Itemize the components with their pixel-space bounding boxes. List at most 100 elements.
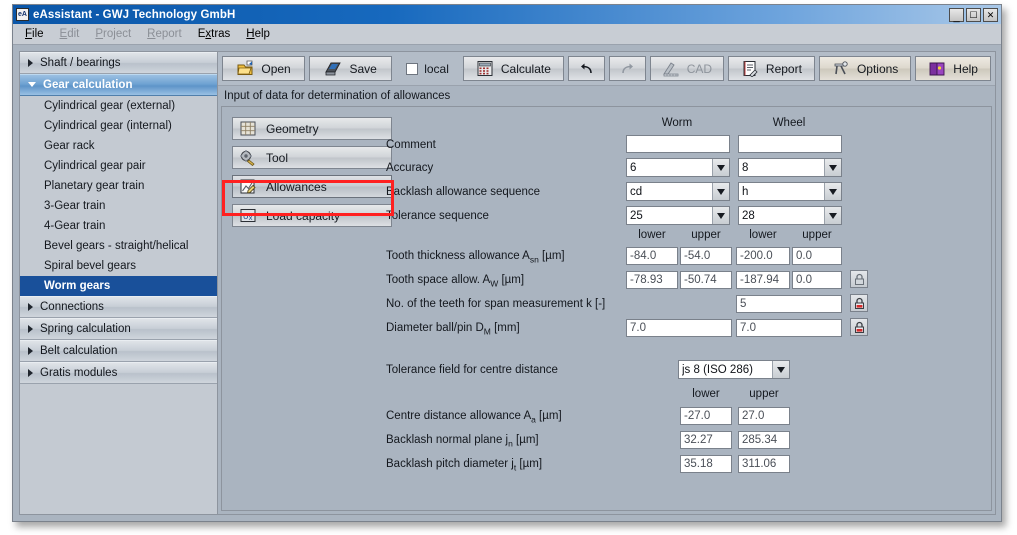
- chevron-down-icon: [824, 183, 841, 200]
- tooth-space-worm-lower[interactable]: -78.93: [626, 271, 678, 289]
- sidebar-item-gear-rack[interactable]: Gear rack: [20, 136, 217, 156]
- comment-worm-input[interactable]: [626, 135, 730, 153]
- backlash-normal-upper[interactable]: 285.34: [738, 431, 790, 449]
- calculate-button[interactable]: Calculate: [463, 56, 564, 81]
- label-unit: [µm]: [516, 458, 542, 470]
- tooth-thickness-wheel-lower[interactable]: -200.0: [736, 247, 790, 265]
- chart-pencil-icon: [239, 178, 257, 195]
- sidebar-item-spiral-bevel-gears[interactable]: Spiral bevel gears: [20, 256, 217, 276]
- sidebar-item-3-gear-train[interactable]: 3-Gear train: [20, 196, 217, 216]
- backlash-normal-lower[interactable]: 32.27: [680, 431, 732, 449]
- tab-load-capacity[interactable]: σ x Load capacity: [232, 204, 392, 227]
- sidebar-group-belt-calculation[interactable]: Belt calculation: [20, 340, 217, 362]
- tooth-space-wheel-upper[interactable]: 0.0: [792, 271, 842, 289]
- sidebar-group-label: Spring calculation: [40, 323, 131, 335]
- window-title: eAssistant - GWJ Technology GmbH: [33, 9, 235, 21]
- span-measurement-input[interactable]: 5: [736, 295, 842, 313]
- label-tooth-thickness-allowance: Tooth thickness allowance Asn [µm]: [386, 250, 565, 264]
- centre-distance-lower[interactable]: -27.0: [680, 407, 732, 425]
- menu-extras[interactable]: Extras: [198, 28, 231, 40]
- menu-file[interactable]: File: [25, 28, 44, 40]
- menu-edit[interactable]: Edit: [60, 28, 80, 40]
- tab-geometry[interactable]: Geometry: [232, 117, 392, 140]
- tolerance-sequence-worm-value: 25: [630, 210, 712, 222]
- accuracy-worm-select[interactable]: 6: [626, 158, 730, 177]
- label-unit: [µm]: [513, 434, 539, 446]
- backlash-sequence-wheel-select[interactable]: h: [738, 182, 842, 201]
- menu-project[interactable]: Project: [95, 28, 131, 40]
- sidebar-group-gear-calculation[interactable]: Gear calculation: [20, 74, 217, 96]
- tolerance-sequence-worm-select[interactable]: 25: [626, 206, 730, 225]
- sidebar-group-label: Gear calculation: [43, 79, 132, 91]
- close-button[interactable]: ✕: [983, 8, 998, 22]
- toolbar: Open Save local: [218, 52, 995, 86]
- backlash-sequence-worm-select[interactable]: cd: [626, 182, 730, 201]
- sidebar-item-cylindrical-gear-pair[interactable]: Cylindrical gear pair: [20, 156, 217, 176]
- sidebar-item-cylindrical-gear-external[interactable]: Cylindrical gear (external): [20, 96, 217, 116]
- open-button[interactable]: Open: [222, 56, 305, 81]
- diameter-ball-pin-worm[interactable]: 7.0: [626, 319, 732, 337]
- label-subscript: M: [484, 326, 491, 336]
- tab-tool[interactable]: Tool: [232, 146, 392, 169]
- undo-arrow-icon: [578, 62, 595, 76]
- sidebar-group-label: Belt calculation: [40, 345, 117, 357]
- tooth-thickness-worm-lower[interactable]: -84.0: [626, 247, 678, 265]
- panel-caption: Input of data for determination of allow…: [218, 86, 995, 106]
- chevron-down-icon: [712, 183, 729, 200]
- sidebar-item-label: Gear rack: [44, 140, 95, 152]
- report-button-label: Report: [766, 62, 802, 76]
- accuracy-wheel-select[interactable]: 8: [738, 158, 842, 177]
- comment-wheel-input[interactable]: [738, 135, 842, 153]
- label-tolerance-field-centre-distance: Tolerance field for centre distance: [386, 364, 558, 376]
- label-comment: Comment: [386, 139, 436, 151]
- calculator-icon: [476, 60, 494, 77]
- calculate-button-label: Calculate: [501, 62, 551, 76]
- sidebar-group-gratis-modules[interactable]: Gratis modules: [20, 362, 217, 384]
- maximize-button[interactable]: ☐: [966, 8, 981, 22]
- sidebar-group-connections[interactable]: Connections: [20, 296, 217, 318]
- subheader-worm-lower: lower: [626, 229, 678, 241]
- label-unit: [mm]: [491, 322, 520, 334]
- backlash-pitch-lower[interactable]: 35.18: [680, 455, 732, 473]
- backlash-pitch-upper[interactable]: 311.06: [738, 455, 790, 473]
- tab-allowances[interactable]: Allowances: [232, 175, 392, 198]
- tolerance-field-select[interactable]: js 8 (ISO 286): [678, 360, 790, 379]
- sidebar-item-planetary-gear-train[interactable]: Planetary gear train: [20, 176, 217, 196]
- diameter-ball-pin-lock-button[interactable]: [850, 318, 868, 336]
- tolerance-field-value: js 8 (ISO 286): [682, 364, 772, 376]
- sidebar-item-cylindrical-gear-internal[interactable]: Cylindrical gear (internal): [20, 116, 217, 136]
- lock-closed-icon: [853, 297, 866, 310]
- undo-button[interactable]: [568, 56, 605, 81]
- bottom-subheader-upper: upper: [736, 388, 792, 400]
- report-button[interactable]: Report: [728, 56, 815, 81]
- sidebar-item-worm-gears[interactable]: Worm gears: [20, 276, 217, 296]
- sidebar-group-label: Gratis modules: [40, 367, 117, 379]
- local-checkbox[interactable]: local: [396, 62, 459, 76]
- sidebar-group-shaft-bearings[interactable]: Shaft / bearings: [20, 52, 217, 74]
- redo-arrow-icon: [619, 62, 636, 76]
- tooth-space-lock-button[interactable]: [850, 270, 868, 288]
- tooth-space-worm-upper[interactable]: -50.74: [680, 271, 732, 289]
- sidebar-group-spring-calculation[interactable]: Spring calculation: [20, 318, 217, 340]
- redo-button[interactable]: [609, 56, 646, 81]
- accuracy-wheel-value: 8: [742, 162, 824, 174]
- tolerance-sequence-wheel-select[interactable]: 28: [738, 206, 842, 225]
- sidebar-item-bevel-gears-straight-helical[interactable]: Bevel gears - straight/helical: [20, 236, 217, 256]
- tooth-space-wheel-lower[interactable]: -187.94: [736, 271, 790, 289]
- minimize-button[interactable]: _: [949, 8, 964, 22]
- cad-button[interactable]: CAD: [650, 56, 724, 81]
- span-measurement-lock-button[interactable]: [850, 294, 868, 312]
- centre-distance-upper[interactable]: 27.0: [738, 407, 790, 425]
- sidebar-item-4-gear-train[interactable]: 4-Gear train: [20, 216, 217, 236]
- menu-report[interactable]: Report: [147, 28, 182, 40]
- backlash-sequence-worm-value: cd: [630, 186, 712, 198]
- tooth-thickness-wheel-upper[interactable]: 0.0: [792, 247, 842, 265]
- help-button[interactable]: Help: [915, 56, 991, 81]
- menu-help[interactable]: Help: [246, 28, 270, 40]
- cad-ruler-icon: [662, 60, 680, 77]
- save-button[interactable]: Save: [309, 56, 392, 81]
- tooth-thickness-worm-upper[interactable]: -54.0: [680, 247, 732, 265]
- help-button-label: Help: [953, 62, 978, 76]
- options-button[interactable]: Options: [819, 56, 911, 81]
- diameter-ball-pin-wheel[interactable]: 7.0: [736, 319, 842, 337]
